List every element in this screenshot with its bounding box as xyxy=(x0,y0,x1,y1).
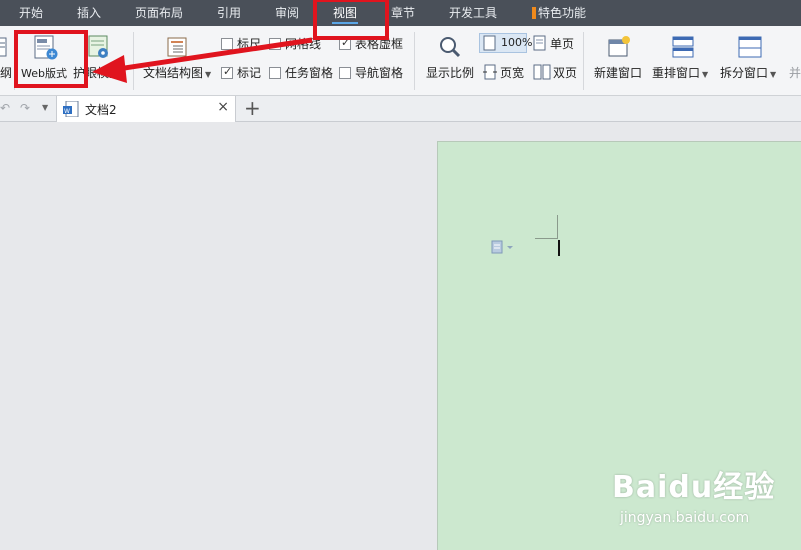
annotation-arrow xyxy=(92,37,313,83)
